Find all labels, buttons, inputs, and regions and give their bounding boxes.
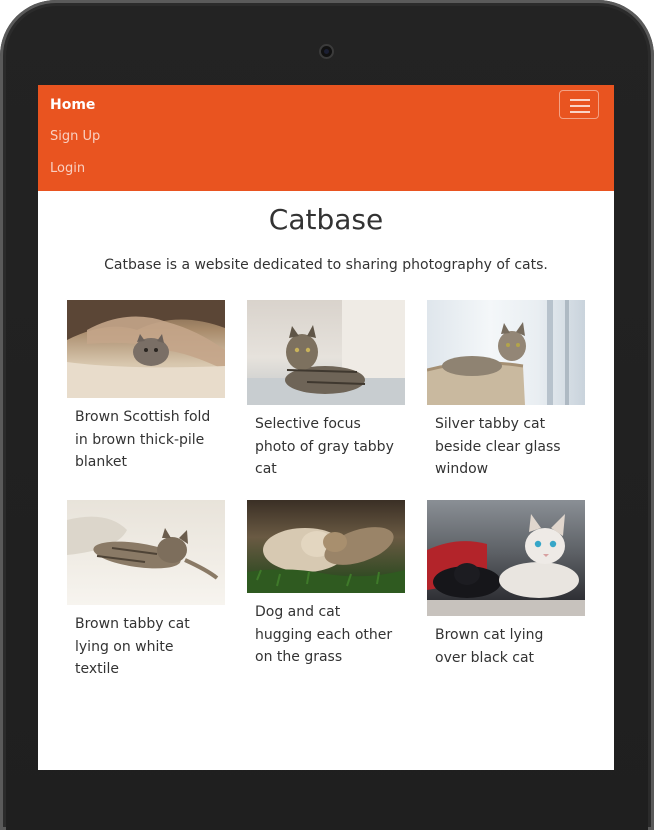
nav-signup-link[interactable]: Sign Up [50, 129, 100, 144]
page-title: Catbase [268, 203, 384, 236]
navbar-toggler-button[interactable] [559, 90, 599, 119]
card-caption: Dog and cat hugging each other on the gr… [255, 604, 393, 665]
card-caption: Brown tabby cat lying on white textile [75, 616, 190, 677]
page-lead: Catbase is a website dedicated to sharin… [104, 257, 548, 273]
gray-tabby-cat-image [247, 300, 405, 405]
cat-under-blanket-image [67, 300, 225, 398]
hamburger-icon [570, 99, 590, 101]
gallery-card: Silver tabby cat beside clear glass wind… [427, 300, 585, 481]
cat-photo [247, 500, 405, 593]
nav-login-link[interactable]: Login [50, 161, 85, 176]
cat-over-black-cat-image [427, 514, 585, 616]
cat-photo [427, 300, 585, 405]
hamburger-icon-bar [570, 111, 590, 113]
navbar: Home Sign Up Login [38, 85, 614, 191]
card-caption: Brown Scottish fold in brown thick-pile … [75, 409, 211, 470]
hamburger-icon-bar [570, 105, 590, 107]
gallery-card: Brown tabby cat lying on white textile [67, 500, 225, 681]
cat-photo [67, 500, 225, 605]
gallery-card: Selective focus photo of gray tabby cat [247, 300, 405, 481]
gallery-card: Brown cat lying over black cat [427, 500, 585, 669]
cat-photo [427, 500, 585, 616]
gallery-card: Brown Scottish fold in brown thick-pile … [67, 300, 225, 474]
card-caption: Selective focus photo of gray tabby cat [255, 416, 394, 477]
tabby-on-white-textile-image [67, 516, 219, 580]
nav-home-link[interactable]: Home [50, 97, 95, 113]
browser-viewport: Home Sign Up Login Catbase Catbase is a … [38, 85, 614, 770]
dog-and-cat-hugging-image [247, 527, 405, 593]
gallery-card: Dog and cat hugging each other on the gr… [247, 500, 405, 669]
silver-tabby-cat-image [427, 300, 569, 405]
card-caption: Brown cat lying over black cat [435, 627, 544, 666]
cat-photo [67, 300, 225, 398]
cat-photo [247, 300, 405, 405]
camera-icon [321, 46, 332, 57]
card-caption: Silver tabby cat beside clear glass wind… [435, 416, 561, 477]
